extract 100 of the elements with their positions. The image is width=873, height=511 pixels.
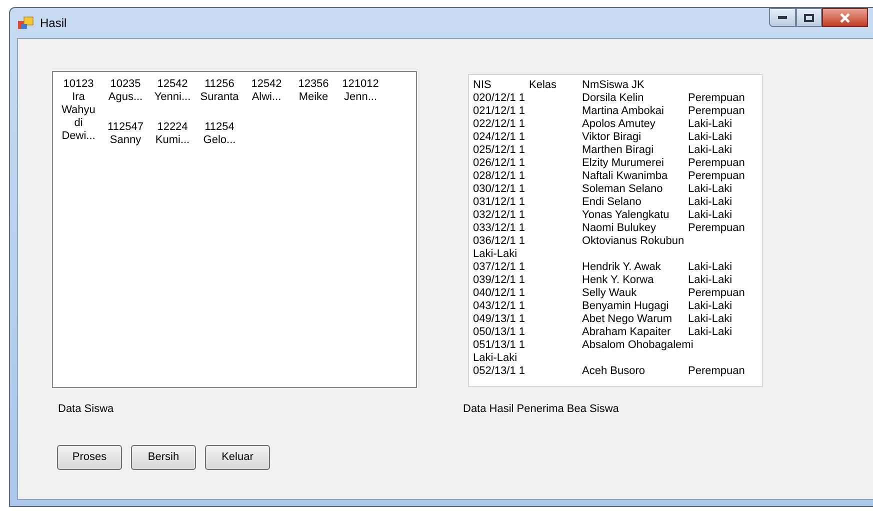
nis-text: 040/12/1 1 <box>473 287 525 299</box>
nis-text: 022/12/1 1 <box>473 118 525 130</box>
name-text: NmSiswa JK <box>582 79 644 91</box>
list-item-text: 12542 <box>251 78 282 91</box>
nis-text: 021/12/1 1 <box>473 105 525 117</box>
action-button[interactable]: Keluar <box>205 444 270 470</box>
minimize-button[interactable] <box>769 8 796 27</box>
gender-text: Laki-Laki <box>688 183 732 195</box>
list-item-text: Ira <box>72 91 85 104</box>
list-item-text: 12224 <box>157 121 188 134</box>
gender-text: Perempuan <box>688 170 745 182</box>
maximize-button[interactable] <box>796 8 822 27</box>
name-text: Martina Ambokai <box>582 105 664 117</box>
name-text: Abraham Kapaiter <box>582 326 671 338</box>
maximize-icon <box>804 14 814 22</box>
list-item-text: 10235 <box>110 78 141 91</box>
gender-text: Perempuan <box>688 92 745 104</box>
gender-text: Laki-Laki <box>688 131 732 143</box>
list-item-text: Agus... <box>108 91 143 104</box>
list-item-text: 12542 <box>157 78 188 91</box>
name-text: Aceh Busoro <box>582 365 645 377</box>
gender-text: Laki-Laki <box>688 261 732 273</box>
nis-text: Laki-Laki <box>473 248 518 260</box>
kelas-text: Kelas <box>529 79 557 91</box>
gender-text: Laki-Laki <box>688 274 732 286</box>
name-text: Naftali Kwanimba <box>582 170 668 182</box>
name-text: Oktovianus Rokubun <box>582 235 684 247</box>
nis-text: 024/12/1 1 <box>473 131 525 143</box>
nis-text: NIS <box>473 79 492 91</box>
name-text: Henk Y. Korwa <box>582 274 654 286</box>
name-text: Endi Selano <box>582 196 642 208</box>
gender-text: Perempuan <box>688 157 745 169</box>
list-item-text: Dewi... <box>62 130 96 143</box>
close-button[interactable] <box>822 8 868 27</box>
name-text: Naomi Bulukey <box>582 222 656 234</box>
nis-text: 025/12/1 1 <box>473 144 525 156</box>
list-item-text: di <box>74 117 83 130</box>
nis-text: 028/12/1 1 <box>473 170 525 182</box>
nis-text: 039/12/1 1 <box>473 274 525 286</box>
name-text: Selly Wauk <box>582 287 637 299</box>
window-title: Hasil <box>40 15 67 32</box>
name-text: Benyamin Hugagi <box>582 300 669 312</box>
nis-text: 020/12/1 1 <box>473 92 525 104</box>
nis-text: 031/12/1 1 <box>473 196 525 208</box>
nis-text: 051/13/1 1 <box>473 339 525 351</box>
nis-text: 052/13/1 1 <box>473 365 525 377</box>
name-text: Hendrik Y. Awak <box>582 261 661 273</box>
list-item-text: 121012 <box>342 78 379 91</box>
list-item-text: 11256 <box>204 78 234 91</box>
list-item-text: Yenni... <box>154 91 191 104</box>
gender-text: Perempuan <box>688 287 745 299</box>
nis-text: 037/12/1 1 <box>473 261 525 273</box>
list-item-text: 11254 <box>204 121 234 134</box>
list-item-text: Kumi... <box>155 134 190 147</box>
gender-text: Laki-Laki <box>688 300 732 312</box>
name-text: Marthen Biragi <box>582 144 654 156</box>
data-siswa-label: Data Siswa <box>58 402 115 417</box>
gender-text: Perempuan <box>688 105 745 117</box>
list-item-text: 112547 <box>108 121 144 134</box>
gender-text: Perempuan <box>688 365 745 377</box>
gender-text: Laki-Laki <box>688 118 732 130</box>
nis-text: 036/12/1 1 <box>473 235 525 247</box>
name-text: Apolos Amutey <box>582 118 656 130</box>
gender-text: Perempuan <box>688 222 745 234</box>
name-text: Dorsila Kelin <box>582 92 644 104</box>
nis-text: 033/12/1 1 <box>473 222 525 234</box>
list-item-text: 10123 <box>63 78 94 91</box>
name-text: Abet Nego Warum <box>582 313 672 325</box>
name-text: Yonas Yalengkatu <box>582 209 670 221</box>
name-text: Viktor Biragi <box>582 131 642 143</box>
app-icon <box>18 16 34 30</box>
nis-text: 026/12/1 1 <box>473 157 525 169</box>
nis-text: 049/13/1 1 <box>473 313 525 325</box>
name-text: Soleman Selano <box>582 183 663 195</box>
nis-text: 043/12/1 1 <box>473 300 525 312</box>
action-button[interactable]: Proses <box>57 444 122 470</box>
list-item-text: Suranta <box>200 91 239 104</box>
student-list[interactable]: 10123 Ira Wahyu di Dewi... 10235 Agus... 12542 Yenni... 11256 Suranta 12542 Alwi... 12356 Meike 121012 Jenn... 112547 Sanny 12224 Kumi... 11254 Gelo... <box>52 71 417 388</box>
name-text: Absalom Ohobagalemi <box>582 339 694 351</box>
nis-text: 032/12/1 1 <box>473 209 525 221</box>
close-icon <box>839 12 851 22</box>
list-item-text: Sanny <box>110 134 142 147</box>
list-item-text: Wahyu <box>62 104 96 117</box>
nis-text: 050/13/1 1 <box>473 326 525 338</box>
minimize-icon <box>778 16 787 19</box>
list-item-text: Jenn... <box>344 91 378 104</box>
list-item-text: Gelo... <box>203 134 236 147</box>
list-item-text: Alwi... <box>252 91 282 104</box>
gender-text: Laki-Laki <box>688 209 732 221</box>
gender-text: Laki-Laki <box>688 196 732 208</box>
list-item-text: 12356 <box>298 78 329 91</box>
gender-text: Laki-Laki <box>688 313 732 325</box>
nis-text: Laki-Laki <box>473 352 518 364</box>
action-button[interactable]: Bersih <box>131 444 196 470</box>
gender-text: Laki-Laki <box>688 144 732 156</box>
result-textbox[interactable] <box>468 74 763 387</box>
result-label: Data Hasil Penerima Bea Siswa <box>463 402 619 417</box>
gender-text: Laki-Laki <box>688 326 732 338</box>
name-text: Elzity Murumerei <box>582 157 664 169</box>
list-item-text: Meike <box>298 91 328 104</box>
